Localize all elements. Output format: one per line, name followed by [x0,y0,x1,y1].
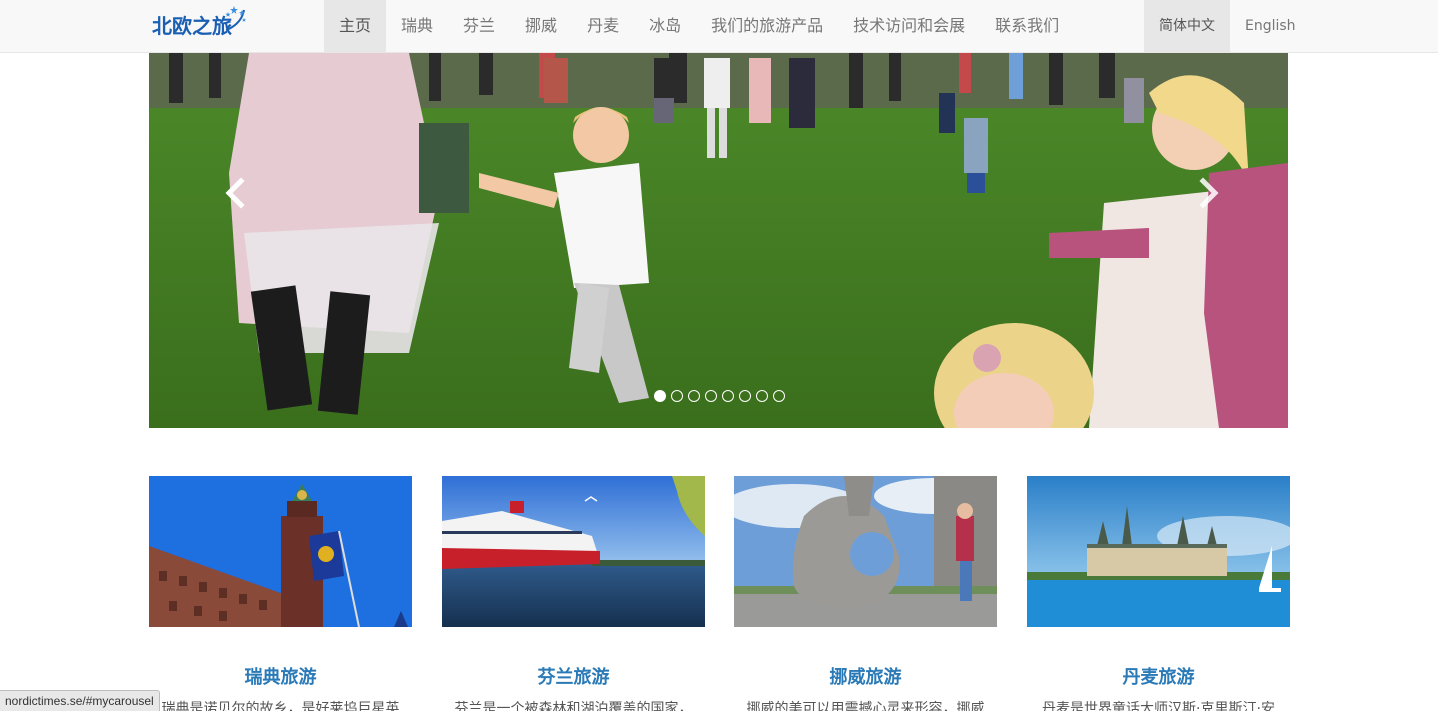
carousel-indicator[interactable] [654,390,666,402]
site-logo[interactable]: 北欧之旅 [152,6,246,42]
nav-item-home[interactable]: 主页 [324,0,387,52]
carousel-indicator[interactable] [705,390,717,402]
nav-item-contact[interactable]: 联系我们 [980,0,1074,52]
logo-stars-icon [225,6,246,31]
nav-item-tour-products[interactable]: 我们的旅游产品 [696,0,838,52]
hero-carousel[interactable] [149,53,1288,428]
card-title[interactable]: 芬兰旅游 [442,663,705,689]
card-sweden: 瑞典旅游 瑞典是诺贝尔的故乡，是好莱坞巨星英 [149,476,412,711]
carousel-indicator[interactable] [773,390,785,402]
denmark-card-image[interactable] [1027,476,1290,627]
carousel-indicator[interactable] [671,390,683,402]
top-navbar: 北欧之旅 主页 瑞典 芬兰 挪威 丹麦 冰岛 我们的旅游产品 技术访问和会展 联… [0,0,1438,53]
card-denmark: 丹麦旅游 丹麦是世界童话大师汉斯·克里斯汀·安 [1027,476,1290,711]
carousel-indicator[interactable] [739,390,751,402]
norway-card-image[interactable] [734,476,997,627]
card-title[interactable]: 丹麦旅游 [1027,663,1290,689]
nav-item-sweden[interactable]: 瑞典 [386,0,448,52]
card-title[interactable]: 瑞典旅游 [149,663,412,689]
carousel-indicators [654,390,785,402]
nav-item-tech-visits[interactable]: 技术访问和会展 [838,0,980,52]
lang-simplified-chinese[interactable]: 简体中文 [1144,0,1230,52]
carousel-indicator[interactable] [722,390,734,402]
card-description: 瑞典是诺贝尔的故乡，是好莱坞巨星英 [161,701,400,711]
lang-english[interactable]: English [1230,0,1311,52]
finland-card-image[interactable] [442,476,705,627]
card-finland: 芬兰旅游 芬兰是一个被森林和湖泊覆盖的国家， [442,476,705,711]
card-norway: 挪威旅游 挪威的美可以用震撼心灵来形容，挪威 [734,476,997,711]
card-description: 丹麦是世界童话大师汉斯·克里斯汀·安 [1042,701,1275,711]
nav-item-denmark[interactable]: 丹麦 [572,0,634,52]
card-description: 挪威的美可以用震撼心灵来形容，挪威 [746,701,985,711]
carousel-next-icon[interactable] [1187,173,1227,213]
logo-text: 北欧之旅 [152,13,232,38]
carousel-indicator[interactable] [756,390,768,402]
carousel-slide-image [149,53,1288,428]
browser-status-url: nordictimes.se/#mycarousel [0,690,160,711]
card-description: 芬兰是一个被森林和湖泊覆盖的国家， [454,701,693,711]
carousel-prev-icon[interactable] [217,173,257,213]
language-switcher: 简体中文 English [1144,0,1311,52]
nav-item-norway[interactable]: 挪威 [510,0,572,52]
carousel-indicator[interactable] [688,390,700,402]
main-nav: 主页 瑞典 芬兰 挪威 丹麦 冰岛 我们的旅游产品 技术访问和会展 联系我们 [324,0,1074,52]
card-title[interactable]: 挪威旅游 [734,663,997,689]
nav-item-finland[interactable]: 芬兰 [448,0,510,52]
sweden-card-image[interactable] [149,476,412,627]
nav-item-iceland[interactable]: 冰岛 [634,0,696,52]
